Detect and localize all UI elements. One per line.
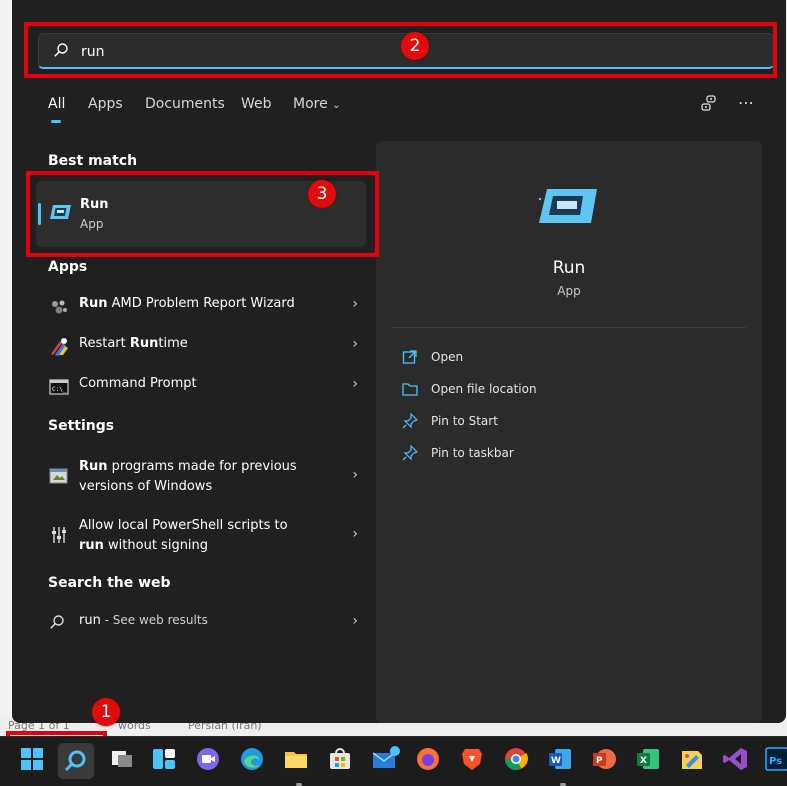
search-icon (49, 614, 69, 634)
search-panel: All Apps Documents Web More ⌄ ⋯ Best mat… (12, 0, 786, 723)
run-app-icon (531, 187, 597, 229)
svg-text:C:\_: C:\_ (52, 386, 67, 393)
photoshop-icon[interactable]: Ps (764, 745, 787, 777)
list-item-label-line1: Allow local PowerShell scripts to (79, 518, 288, 533)
list-item-command-prompt[interactable]: C:\_ Command Prompt › (36, 367, 366, 405)
svg-text:X: X (640, 756, 647, 766)
divider (392, 327, 746, 328)
action-pin-to-start-label: Pin to Start (431, 414, 498, 428)
list-item-amd-report[interactable]: Run AMD Problem Report Wizard › (36, 287, 366, 325)
tab-web[interactable]: Web (241, 96, 272, 112)
edge-icon[interactable] (238, 745, 270, 777)
chevron-down-icon: ⌄ (332, 100, 341, 111)
teams-chat-icon[interactable] (194, 745, 226, 777)
pin-icon (402, 444, 419, 465)
action-open-file-location-label: Open file location (431, 382, 537, 396)
account-switch-icon[interactable] (700, 94, 718, 116)
paint-icon[interactable] (678, 745, 710, 777)
mail-icon[interactable] (370, 745, 402, 777)
powershell-settings-icon (49, 525, 69, 545)
chevron-right-icon[interactable]: › (352, 336, 358, 352)
taskbar: W P X Ps (0, 736, 787, 786)
detail-app-name: Run (552, 258, 586, 278)
list-item-restart-runtime[interactable]: Restart Runtime › (36, 327, 366, 365)
chevron-right-icon[interactable]: › (352, 376, 358, 392)
detail-pane: Run App Open Open file location Pin to S… (376, 141, 762, 723)
tab-apps[interactable]: Apps (88, 96, 123, 112)
chevron-right-icon[interactable]: › (352, 467, 358, 483)
apps-section-title: Apps (48, 259, 88, 275)
chevron-right-icon[interactable]: › (352, 613, 358, 629)
list-item-label: Run AMD Problem Report Wizard (79, 296, 295, 311)
word-icon[interactable]: W (546, 745, 578, 786)
store-icon[interactable] (326, 745, 358, 777)
tab-documents[interactable]: Documents (145, 96, 225, 112)
annotation-marker-3: 3 (308, 180, 336, 208)
visual-studio-icon[interactable] (722, 745, 754, 777)
excel-icon[interactable]: X (634, 745, 666, 777)
start-icon[interactable] (18, 745, 50, 777)
list-item-label: run - See web results (79, 613, 208, 628)
best-match-title: Best match (48, 153, 138, 169)
action-pin-to-taskbar-label: Pin to taskbar (431, 446, 514, 460)
powerpoint-icon[interactable]: P (590, 745, 622, 777)
folder-icon (402, 381, 418, 401)
list-item-label: Command Prompt (79, 376, 197, 391)
chrome-icon[interactable] (502, 745, 534, 777)
tab-more-label: More (293, 96, 328, 112)
chevron-right-icon[interactable]: › (352, 526, 358, 542)
list-item-label-line1: Run programs made for previous (79, 459, 297, 474)
action-open-label: Open (431, 350, 464, 364)
brave-icon[interactable] (458, 745, 490, 777)
list-item-label: Restart Runtime (79, 336, 188, 351)
command-prompt-icon: C:\_ (49, 377, 69, 397)
list-item-label-line2: run without signing (79, 538, 209, 553)
detail-app-type: App (557, 284, 581, 298)
annotation-marker-2: 2 (401, 32, 429, 60)
svg-text:P: P (596, 756, 603, 766)
file-explorer-icon[interactable] (282, 745, 314, 786)
tab-all[interactable]: All (48, 96, 65, 123)
more-options-icon[interactable]: ⋯ (738, 93, 754, 112)
firefox-icon[interactable] (414, 745, 446, 777)
svg-text:W: W (551, 756, 561, 766)
amd-report-icon (49, 297, 69, 317)
compatibility-icon (49, 466, 69, 486)
web-section-title: Search the web (48, 575, 171, 591)
restart-runtime-icon (49, 337, 69, 357)
widgets-icon[interactable] (150, 745, 182, 777)
list-item-compatibility[interactable]: Run programs made for previous versions … (36, 454, 366, 500)
svg-text:Ps: Ps (769, 756, 782, 767)
chevron-right-icon[interactable]: › (352, 296, 358, 312)
annotation-box-search (24, 22, 777, 78)
pin-icon (402, 412, 419, 433)
list-item-label-line2: versions of Windows (79, 479, 213, 494)
open-external-icon (402, 349, 418, 369)
list-item-web-search[interactable]: run - See web results › (36, 604, 366, 642)
task-view-icon[interactable] (108, 745, 140, 777)
tab-more[interactable]: More ⌄ (293, 96, 341, 112)
annotation-marker-1: 1 (92, 698, 120, 726)
settings-section-title: Settings (48, 418, 115, 434)
search-icon[interactable] (58, 743, 94, 779)
list-item-powershell[interactable]: Allow local PowerShell scripts to run wi… (36, 513, 366, 559)
